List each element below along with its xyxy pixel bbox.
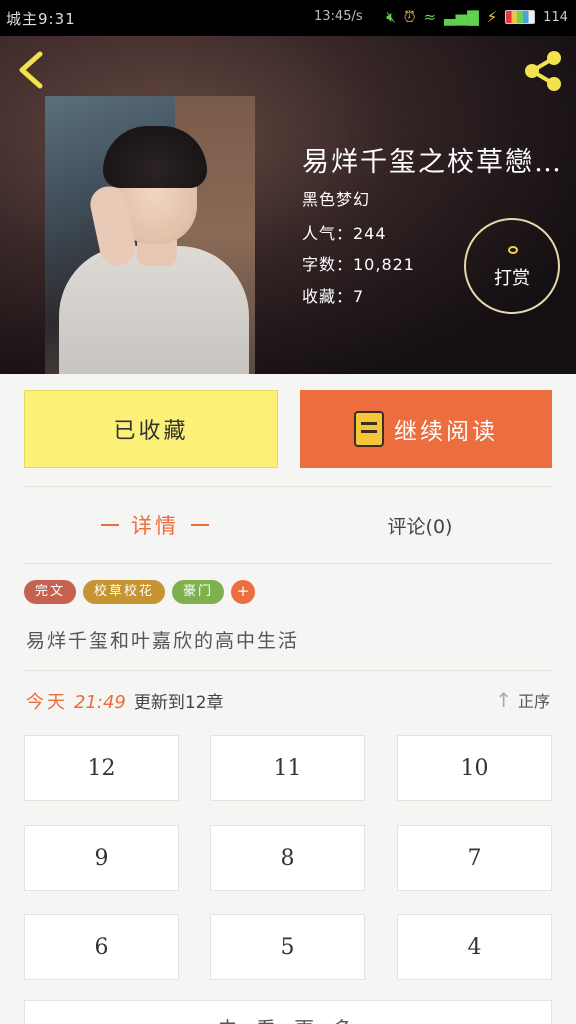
tag-list: 完文 校草校花 豪门 + [24,580,256,604]
battery-level: 114 [543,9,568,25]
coin-icon [508,246,518,254]
arrow-up-icon: ↑ [495,688,512,712]
book-popularity: 人气：244 [302,224,387,243]
update-info: 今天 21:49 更新到12章 [26,688,224,714]
mute-icon: 🔇︎ [386,8,396,26]
signal-icon: ▃▅▇ [444,8,479,26]
book-icon [354,411,384,447]
view-more-button[interactable]: · · · 去 看 更 多 · · · [24,1000,552,1024]
book-cover-image[interactable] [45,96,255,374]
chapter-button[interactable]: 4 [397,914,552,980]
chapter-button[interactable]: 6 [24,914,179,980]
status-carrier: 城主9:31 [6,10,76,28]
share-button[interactable] [520,48,566,94]
sort-order-label: 正序 [517,692,550,711]
tip-button[interactable]: 打赏 [464,218,560,314]
share-icon [525,51,561,91]
chapter-button[interactable]: 9 [24,825,179,891]
chapter-button[interactable]: 12 [24,735,179,801]
tag-finished[interactable]: 完文 [24,580,77,604]
tab-comments[interactable]: 评论(0) [330,505,510,545]
divider [24,563,552,564]
chapter-button[interactable]: 5 [210,914,365,980]
wifi-icon: ≈ [423,8,437,26]
charging-icon: ⚡︎ [486,8,498,26]
update-day: 今天 [26,692,68,713]
book-favorites: 收藏：7 [302,287,365,306]
collected-label: 已收藏 [113,419,189,444]
divider [24,670,552,671]
chapter-button[interactable]: 11 [210,735,365,801]
collected-button[interactable]: 已收藏 [24,390,278,468]
book-summary: 易烊千玺和叶嘉欣的高中生活 [26,630,300,652]
back-button[interactable] [14,50,50,90]
tab-details-label: 详情 [131,514,179,538]
sort-order-button[interactable]: ↑ 正序 [495,688,550,712]
status-icons: 🔇︎ ⏰︎ ≈ ▃▅▇ ⚡︎ 114 [386,6,568,28]
divider [24,486,552,487]
chapter-button[interactable]: 8 [210,825,365,891]
tag-rich-family[interactable]: 豪门 [172,580,225,604]
book-title: 易烊千玺之校草戀… [302,147,563,178]
update-text: 更新到12章 [133,693,224,713]
chevron-left-icon [19,51,43,89]
book-genre: 黑色梦幻 [302,190,371,209]
book-header: 易烊千玺之校草戀… 黑色梦幻 人气：244 字数：10,821 收藏：7 打赏 [0,36,576,374]
continue-reading-button[interactable]: 继续阅读 [300,390,552,468]
tab-comments-label: 评论(0) [387,515,453,538]
status-network-speed: 13:45/s [314,9,363,24]
update-time: 21:49 [74,692,126,713]
alarm-icon: ⏰︎ [403,8,416,26]
continue-reading-label: 继续阅读 [394,419,498,445]
chapter-button[interactable]: 10 [397,735,552,801]
book-word-count: 字数：10,821 [302,255,415,274]
battery-icon [505,10,536,24]
add-tag-button[interactable]: + [231,580,256,604]
tag-campus[interactable]: 校草校花 [83,580,166,604]
tab-details[interactable]: 详情 [70,505,240,545]
tip-label: 打赏 [494,268,530,289]
status-bar: 城主9:31 13:45/s 🔇︎ ⏰︎ ≈ ▃▅▇ ⚡︎ 114 [0,0,576,36]
chapter-button[interactable]: 7 [397,825,552,891]
